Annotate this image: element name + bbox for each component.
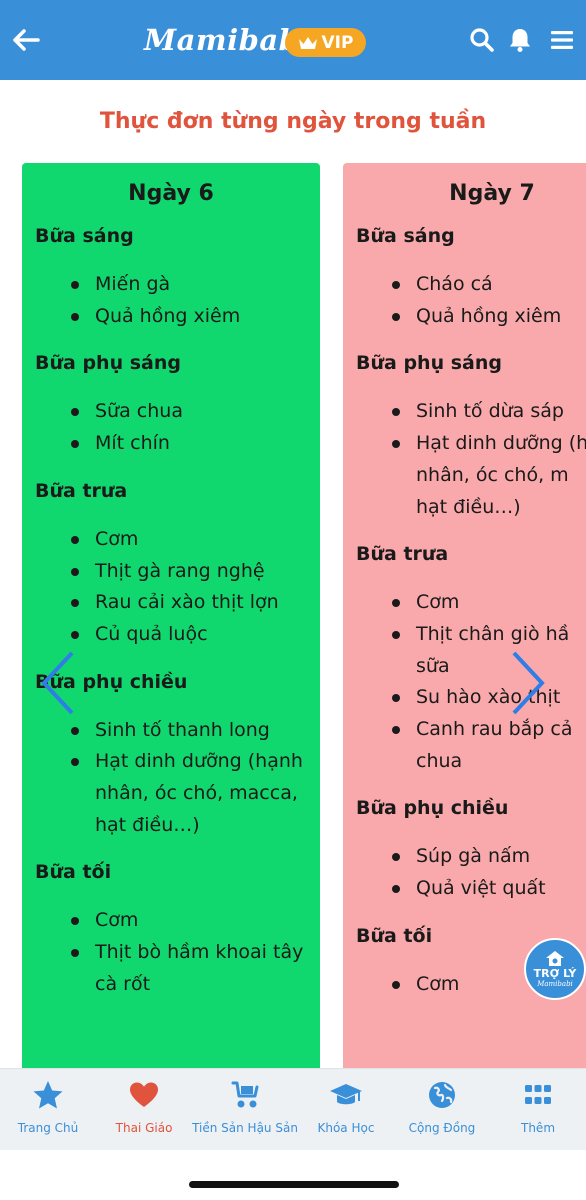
meal-name: Bữa trưa: [35, 479, 128, 502]
home-indicator[interactable]: [189, 1181, 399, 1188]
menu-carousel[interactable]: Ngày 6 Bữa sáng Miến gà Quả hồng xiêm Bữ…: [0, 163, 586, 1068]
list-item: Súp gà nấm: [392, 841, 586, 873]
nav-item-prenatal-postnatal[interactable]: Tiền Sản Hậu Sản: [192, 1069, 298, 1150]
assistant-label: TRỢ LÝ: [533, 966, 577, 980]
chevron-right-icon: [512, 651, 545, 715]
meal-dinner: Bữa tối Cơm Thịt bò hầm khoai tây cà rốt: [35, 859, 320, 1000]
bell-icon: [510, 29, 530, 52]
list-item: Cơm: [392, 587, 586, 619]
list-item: Mít chín: [71, 428, 320, 460]
list-item-continuation: hạt điều…): [416, 495, 521, 518]
list-item: Canh rau bắp cả: [392, 714, 586, 746]
nav-label: Trang Chủ: [17, 1121, 79, 1135]
carousel-next-button[interactable]: [508, 648, 548, 718]
stroller-icon: [231, 1081, 259, 1108]
meal-name: Bữa phụ sáng: [35, 352, 181, 375]
nav-item-community[interactable]: Cộng Đồng: [394, 1069, 490, 1150]
nav-label: Tiền Sản Hậu Sản: [192, 1121, 298, 1135]
list-item: Thịt bò hầm khoai tây cà rốt: [71, 937, 320, 1000]
chevron-left-icon: [41, 651, 74, 715]
list-item: Miến gà: [71, 269, 320, 301]
day-title: Ngày 6: [128, 181, 214, 206]
bottom-nav: Trang Chủ Thai Giáo Tiền Sản Hậu Sản Khó…: [0, 1068, 586, 1150]
list-item: Cơm: [71, 905, 320, 937]
list-item: Cháo cá: [392, 269, 586, 301]
list-item: Quả việt quất: [392, 873, 586, 905]
list-item-continuation: sữa: [416, 654, 450, 677]
list-item: Sữa chua: [71, 396, 320, 428]
vip-badge[interactable]: VIP: [285, 28, 366, 57]
list-item: Hạt dinh dưỡng (hạnh nhân, óc chó, macca…: [71, 746, 320, 841]
day-card-7: Ngày 7 Bữa sáng Cháo cá Quả hồng xiêm Bữ…: [343, 163, 586, 1068]
meal-name: Bữa trưa: [356, 543, 449, 566]
assistant-sub: Mamibabi: [537, 979, 573, 988]
carousel-prev-button[interactable]: [38, 648, 78, 718]
assistant-icon: [546, 950, 564, 966]
list-item: Quả hồng xiêm: [392, 301, 586, 333]
list-item: Hạt dinh dưỡng (hạnh: [392, 428, 586, 460]
nav-label: Khóa Học: [317, 1121, 375, 1135]
day-card-6: Ngày 6 Bữa sáng Miến gà Quả hồng xiêm Bữ…: [22, 163, 320, 1068]
back-button[interactable]: [8, 20, 44, 60]
meal-name: Bữa tối: [35, 861, 112, 884]
grid-icon: [525, 1085, 552, 1104]
list-item-continuation: chua: [416, 749, 463, 772]
list-item: Thịt chân giò hầ: [392, 619, 586, 651]
list-item: Sinh tố dừa sáp: [392, 396, 586, 428]
search-icon: [470, 28, 494, 52]
meal-lunch: Bữa trưa Cơm Thịt gà rang nghệ Rau cải x…: [35, 478, 320, 651]
back-arrow-icon: [13, 29, 40, 51]
meal-morning-snack: Bữa phụ sáng Sữa chua Mít chín: [35, 350, 320, 459]
meal-breakfast: Bữa sáng Miến gà Quả hồng xiêm: [35, 223, 320, 332]
crown-icon: [298, 36, 317, 49]
nav-item-courses[interactable]: Khóa Học: [298, 1069, 394, 1150]
list-item: Cơm: [71, 524, 320, 556]
meal-breakfast: Bữa sáng Cháo cá Quả hồng xiêm: [356, 223, 586, 332]
top-app-bar: Mamibabi VIP: [0, 0, 586, 80]
safe-area: [0, 1150, 586, 1200]
search-button[interactable]: [466, 24, 498, 56]
page-title: Thực đơn từng ngày trong tuần: [99, 109, 487, 134]
list-item-continuation: nhân, óc chó, m: [416, 463, 569, 486]
nav-item-home[interactable]: Trang Chủ: [0, 1069, 96, 1150]
meal-name: Bữa phụ sáng: [356, 352, 502, 375]
list-item: Su hào xào thịt: [392, 682, 586, 714]
vip-label: VIP: [321, 32, 354, 53]
notifications-button[interactable]: [504, 24, 536, 56]
menu-button[interactable]: [546, 24, 578, 56]
meal-name: Bữa phụ chiều: [356, 797, 509, 820]
nav-label: Thêm: [521, 1121, 556, 1135]
globe-icon: [428, 1082, 455, 1108]
meal-name: Bữa sáng: [35, 225, 134, 247]
assistant-button[interactable]: TRỢ LÝ Mamibabi: [524, 938, 586, 1000]
list-item: Rau cải xào thịt lợn: [71, 587, 320, 619]
meal-lunch: Bữa trưa Cơm Thịt chân giò hầ sữa Su hào…: [356, 541, 586, 777]
nav-item-more[interactable]: Thêm: [490, 1069, 586, 1150]
meal-morning-snack: Bữa phụ sáng Sinh tố dừa sáp Hạt dinh dư…: [356, 350, 586, 523]
meal-name: Bữa sáng: [356, 225, 455, 247]
star-icon: [33, 1081, 63, 1109]
nav-label: Cộng Đồng: [408, 1121, 476, 1135]
menu-icon: [551, 31, 573, 49]
list-item: Sinh tố thanh long: [71, 715, 320, 747]
list-item: Thịt gà rang nghệ: [71, 556, 320, 588]
graduation-cap-icon: [329, 1084, 362, 1105]
nav-item-prenatal-education[interactable]: Thai Giáo: [96, 1069, 192, 1150]
heart-icon: [130, 1082, 159, 1107]
meal-afternoon-snack: Bữa phụ chiều Súp gà nấm Quả việt quất: [356, 795, 586, 904]
list-item: Quả hồng xiêm: [71, 301, 320, 333]
day-title: Ngày 7: [449, 181, 535, 206]
list-item: Củ quả luộc: [71, 619, 320, 651]
nav-label: Thai Giáo: [115, 1121, 173, 1135]
